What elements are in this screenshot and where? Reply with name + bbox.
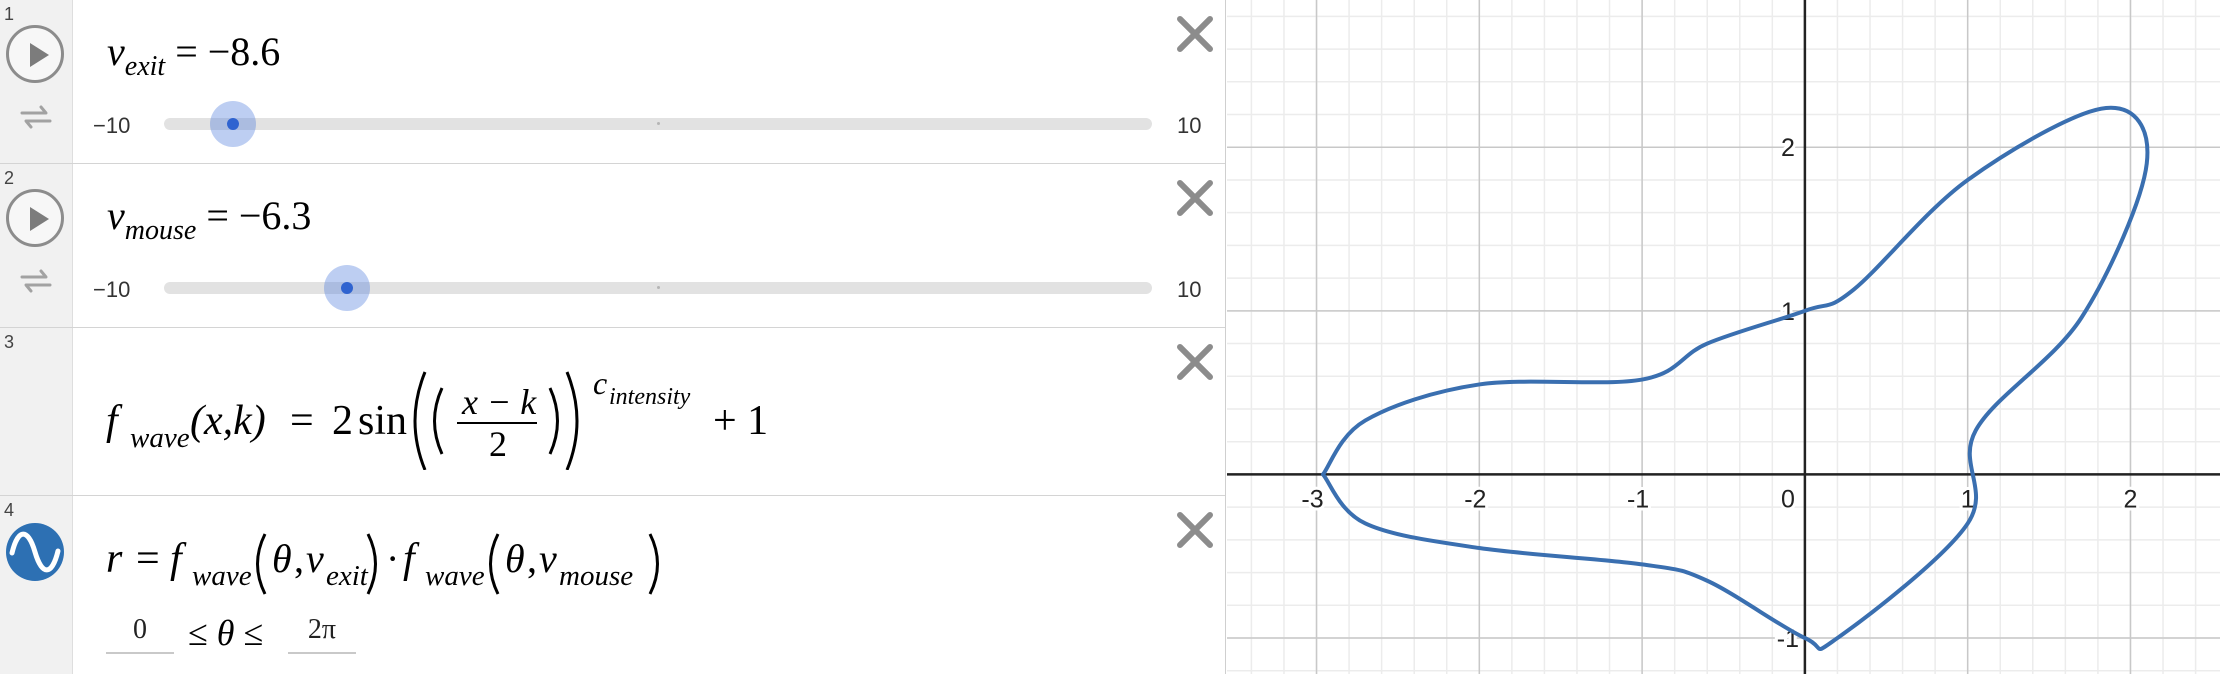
slider-value[interactable]: −8.6 [208, 29, 281, 74]
leq-sign: ≤ [243, 613, 264, 653]
function-name: f [403, 536, 420, 582]
close-icon[interactable] [1175, 14, 1215, 54]
equals-sign: = [206, 193, 229, 238]
plus-one: + 1 [713, 398, 768, 444]
lhs-variable: r [106, 536, 123, 582]
slider-expression[interactable]: vmouse = −6.3 [107, 192, 311, 247]
variable-subscript: exit [124, 50, 166, 82]
exponent-base: c [593, 365, 607, 401]
slider-expression[interactable]: vexit = −8.6 [107, 28, 280, 83]
paren-right [648, 533, 659, 595]
function-subscript: wave [425, 560, 485, 592]
expression-gutter: 3 [0, 328, 73, 495]
coefficient: 2 [332, 398, 353, 444]
expression-list: 1 vexit = −8.6 −10 10 2 vmouse = −6.3 −1… [0, 0, 1226, 674]
expression-index: 4 [4, 500, 15, 520]
variable-name: v [107, 193, 125, 238]
outer-paren-right [565, 371, 579, 470]
slider-track[interactable] [164, 282, 1152, 294]
slider-track[interactable] [164, 118, 1152, 130]
paren-left [256, 533, 267, 595]
equals-sign: = [290, 398, 314, 444]
slider-min-label[interactable]: −10 [93, 113, 130, 139]
y-tick-label: 1 [1781, 298, 1795, 326]
expression-index: 2 [4, 168, 15, 188]
polar-equation[interactable]: r = f wave θ , v exit · f wave θ , v mou… [100, 516, 700, 596]
arg-subscript: exit [326, 560, 369, 592]
theta: θ [505, 536, 525, 581]
fraction-denominator: 2 [489, 424, 507, 464]
domain-min-input[interactable]: 0 [106, 614, 174, 654]
inner-paren-right [548, 387, 559, 455]
y-tick-label: 2 [1781, 134, 1795, 162]
expression-row-2[interactable]: 2 vmouse = −6.3 −10 10 [0, 164, 1225, 328]
slider-center-mark [657, 286, 660, 289]
comma: , [527, 536, 537, 581]
expression-gutter: 1 [0, 0, 73, 163]
function-subscript: wave [192, 560, 252, 592]
fraction-numerator: x − k [461, 382, 537, 422]
variable-subscript: mouse [124, 214, 197, 246]
arg-variable: v [306, 536, 324, 581]
function-definition[interactable]: f wave (x,k) = 2 sin x − k 2 c intensity… [100, 350, 800, 470]
loop-icon[interactable] [18, 102, 54, 132]
theta: θ [272, 536, 292, 581]
expression-index: 1 [4, 4, 15, 24]
expression-gutter: 2 [0, 164, 73, 327]
graph-paper[interactable]: -3 -2 -1 0 1 2 2 1 -1 [1227, 0, 2220, 674]
expression-row-4[interactable]: 4 r = f wave θ , v exit · f wave θ , v m… [0, 496, 1225, 674]
outer-paren-left [413, 371, 427, 470]
expression-gutter: 4 [0, 496, 73, 674]
slider-max-label[interactable]: 10 [1177, 277, 1201, 303]
slider-value[interactable]: −6.3 [239, 193, 312, 238]
desmos-wave-icon[interactable] [5, 522, 65, 582]
domain-inequality: ≤ θ ≤ [188, 612, 263, 654]
slider-max-label[interactable]: 10 [1177, 113, 1201, 139]
x-tick-label: -1 [1627, 485, 1649, 513]
leq-sign: ≤ [188, 613, 208, 653]
variable-name: v [107, 29, 125, 74]
loop-icon[interactable] [18, 266, 54, 296]
paren-left [489, 533, 500, 595]
close-icon[interactable] [1175, 510, 1215, 550]
domain-variable: θ [216, 613, 235, 653]
function-name: f [106, 398, 123, 444]
x-tick-label: 2 [2124, 485, 2138, 513]
x-tick-label: -2 [1464, 485, 1486, 513]
domain-max-input[interactable]: 2π [288, 614, 356, 654]
x-tick-label: 0 [1781, 485, 1795, 513]
function-name: f [170, 536, 187, 582]
expression-index: 3 [4, 332, 15, 352]
close-icon[interactable] [1175, 342, 1215, 382]
sin-function: sin [358, 398, 407, 444]
slider-thumb[interactable] [210, 101, 257, 147]
comma: , [294, 536, 304, 581]
x-tick-label: -3 [1301, 485, 1323, 513]
inner-paren-left [433, 387, 444, 455]
function-args: (x,k) [190, 398, 266, 444]
function-subscript: wave [130, 422, 190, 454]
slider-center-mark [657, 122, 660, 125]
play-icon[interactable] [6, 25, 64, 83]
arg-variable: v [539, 536, 557, 581]
exponent-subscript: intensity [609, 384, 691, 410]
arg-subscript: mouse [559, 560, 633, 592]
dot-operator: · [386, 536, 399, 581]
play-icon[interactable] [6, 189, 64, 247]
slider-min-label[interactable]: −10 [93, 277, 130, 303]
paren-right [366, 533, 377, 595]
equals-sign: = [136, 536, 160, 582]
expression-row-3[interactable]: 3 f wave (x,k) = 2 sin x − k 2 c intensi… [0, 328, 1225, 496]
expression-row-1[interactable]: 1 vexit = −8.6 −10 10 [0, 0, 1225, 164]
graph-canvas[interactable]: -3 -2 -1 0 1 221-1 [1227, 0, 2220, 674]
equals-sign: = [175, 29, 198, 74]
slider-thumb[interactable] [323, 265, 370, 311]
close-icon[interactable] [1175, 178, 1215, 218]
